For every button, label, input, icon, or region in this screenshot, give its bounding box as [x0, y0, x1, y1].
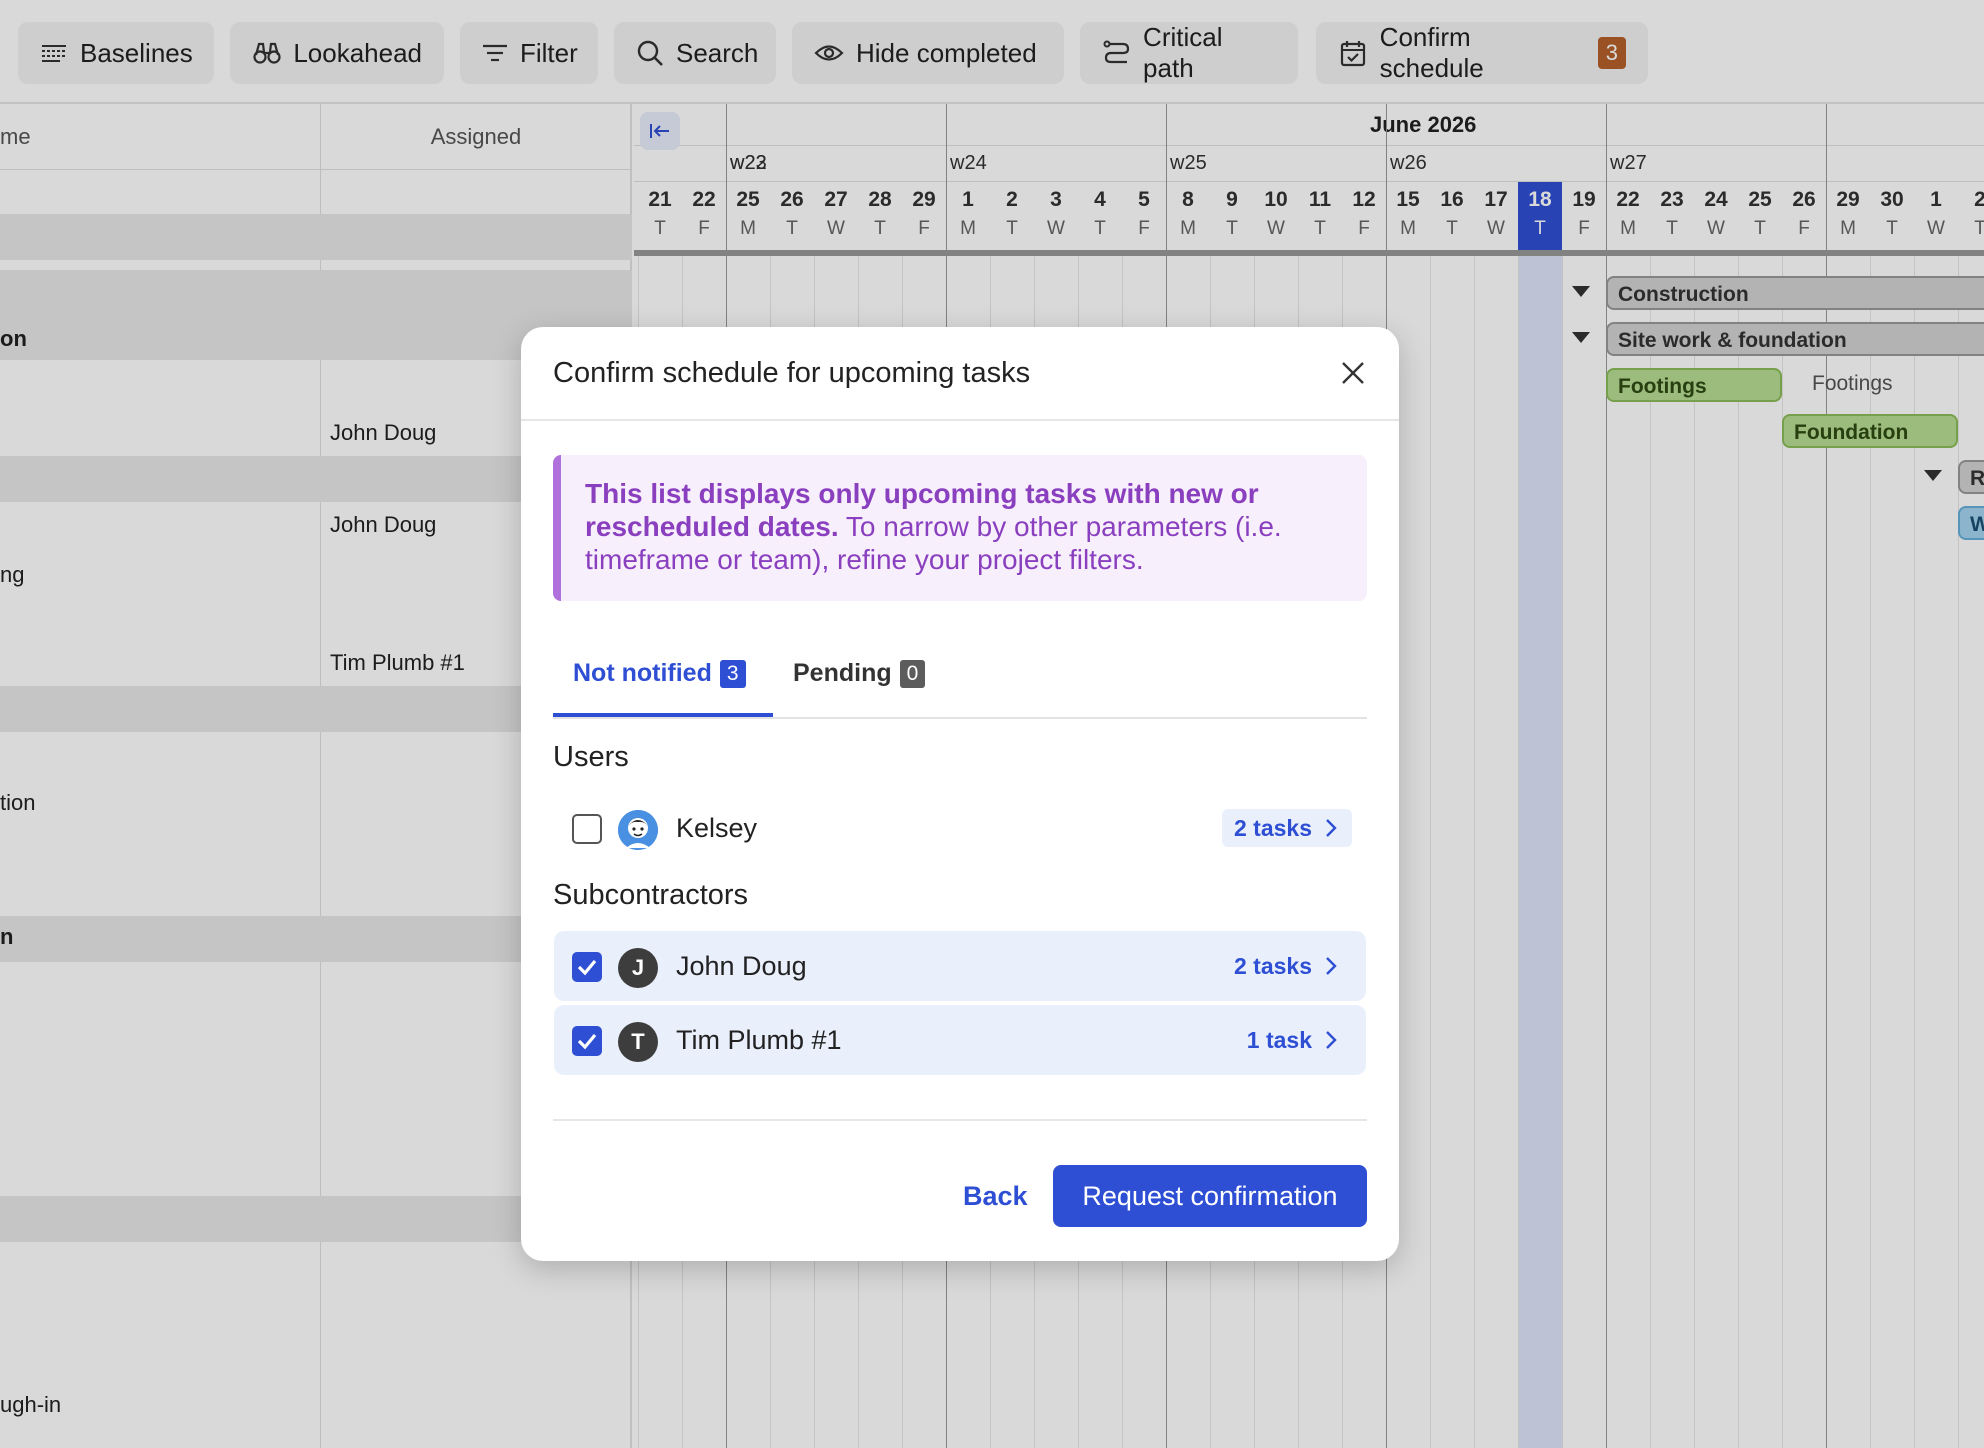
- subcontractors-section-title: Subcontractors: [553, 879, 749, 911]
- tasks-link[interactable]: 2 tasks: [1221, 809, 1352, 847]
- dialog-header: Confirm schedule for upcoming tasks: [521, 327, 1399, 421]
- confirm-schedule-dialog: Confirm schedule for upcoming tasks This…: [521, 327, 1399, 1261]
- tasks-link[interactable]: 1 task: [1235, 1021, 1352, 1059]
- footer-divider: [553, 1119, 1367, 1121]
- chevron-right-icon: [1326, 957, 1337, 975]
- tab-count-badge: 3: [719, 659, 746, 688]
- avatar: [618, 810, 658, 850]
- info-notice: This list displays only upcoming tasks w…: [553, 455, 1367, 601]
- checkmark-icon: [577, 1033, 597, 1050]
- tab-pending[interactable]: Pending 0: [793, 659, 926, 688]
- active-tab-indicator: [553, 713, 773, 717]
- task-count: 2 tasks: [1233, 952, 1312, 979]
- tab-label: Pending: [793, 659, 892, 687]
- avatar: T: [618, 1022, 658, 1062]
- tasks-link[interactable]: 2 tasks: [1222, 947, 1352, 985]
- tab-count-badge: 0: [899, 659, 926, 688]
- close-button[interactable]: [1337, 357, 1369, 389]
- user-row-kelsey[interactable]: Kelsey 2 tasks: [554, 793, 1366, 863]
- subcontractor-name: Tim Plumb #1: [676, 1025, 842, 1055]
- dialog-title: Confirm schedule for upcoming tasks: [553, 357, 1031, 389]
- task-count: 1 task: [1246, 1026, 1312, 1053]
- user-name: Kelsey: [676, 813, 758, 843]
- subcontractor-row-john-doug[interactable]: J John Doug 2 tasks: [554, 931, 1366, 1001]
- task-count: 2 tasks: [1233, 814, 1312, 841]
- tab-bar: Not notified 3 Pending 0: [553, 635, 1367, 719]
- subcontractor-name: John Doug: [676, 951, 807, 981]
- john-doug-checkbox[interactable]: [572, 952, 602, 982]
- users-section-title: Users: [553, 741, 629, 773]
- kelsey-checkbox[interactable]: [572, 814, 602, 844]
- chevron-right-icon: [1326, 1031, 1337, 1049]
- avatar: J: [618, 948, 658, 988]
- chevron-right-icon: [1326, 819, 1337, 837]
- tab-label: Not notified: [573, 659, 712, 687]
- close-icon: [1342, 362, 1364, 384]
- request-confirmation-button[interactable]: Request confirmation: [1053, 1165, 1367, 1227]
- user-photo-icon: [618, 810, 658, 850]
- tim-plumb-checkbox[interactable]: [572, 1026, 602, 1056]
- checkmark-icon: [577, 959, 597, 976]
- back-button[interactable]: Back: [943, 1165, 1048, 1227]
- subcontractor-row-tim-plumb[interactable]: T Tim Plumb #1 1 task: [554, 1005, 1366, 1075]
- tab-not-notified[interactable]: Not notified 3: [573, 659, 746, 688]
